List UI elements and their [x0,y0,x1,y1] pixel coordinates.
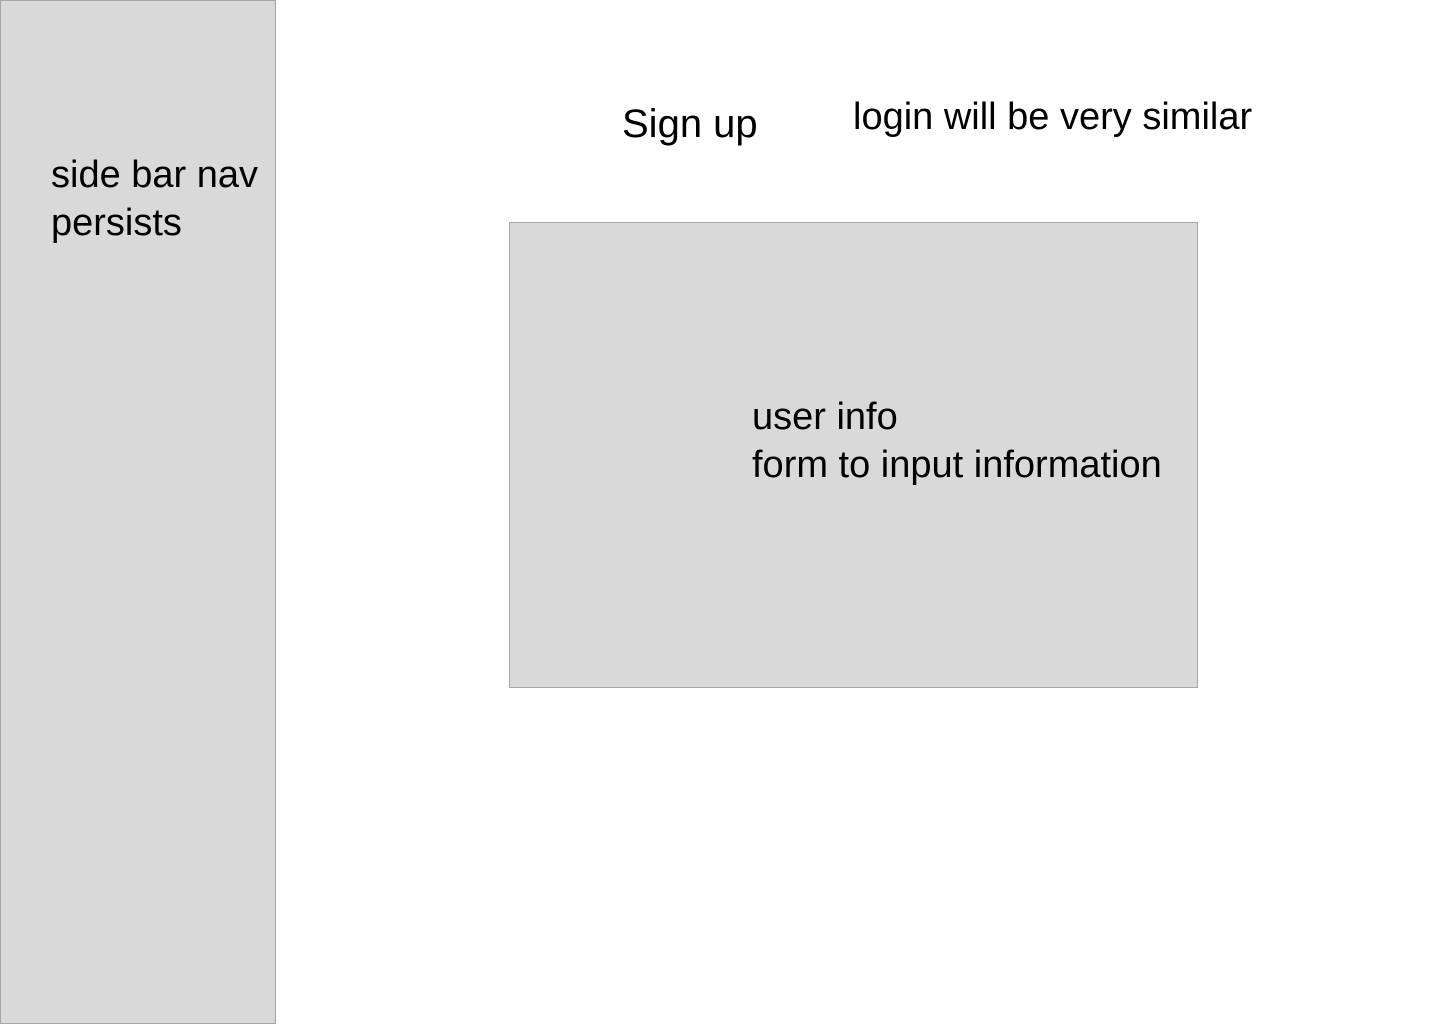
form-annotation-line-2: form to input information [752,444,1162,486]
signup-form-placeholder[interactable]: user info form to input information [509,222,1198,688]
page-title: Sign up [622,102,758,146]
sidebar-nav[interactable]: side bar nav persists [0,0,276,1024]
sidebar-annotation-line-1: side bar nav [51,154,259,196]
form-annotation: user info form to input information [752,393,1162,489]
form-annotation-line-1: user info [752,396,898,438]
sidebar-annotation-line-2: persists [51,202,182,244]
sidebar-annotation: side bar nav persists [51,151,258,247]
login-annotation: login will be very similar [853,96,1253,138]
page: side bar nav persists Sign up login will… [0,0,1440,1024]
